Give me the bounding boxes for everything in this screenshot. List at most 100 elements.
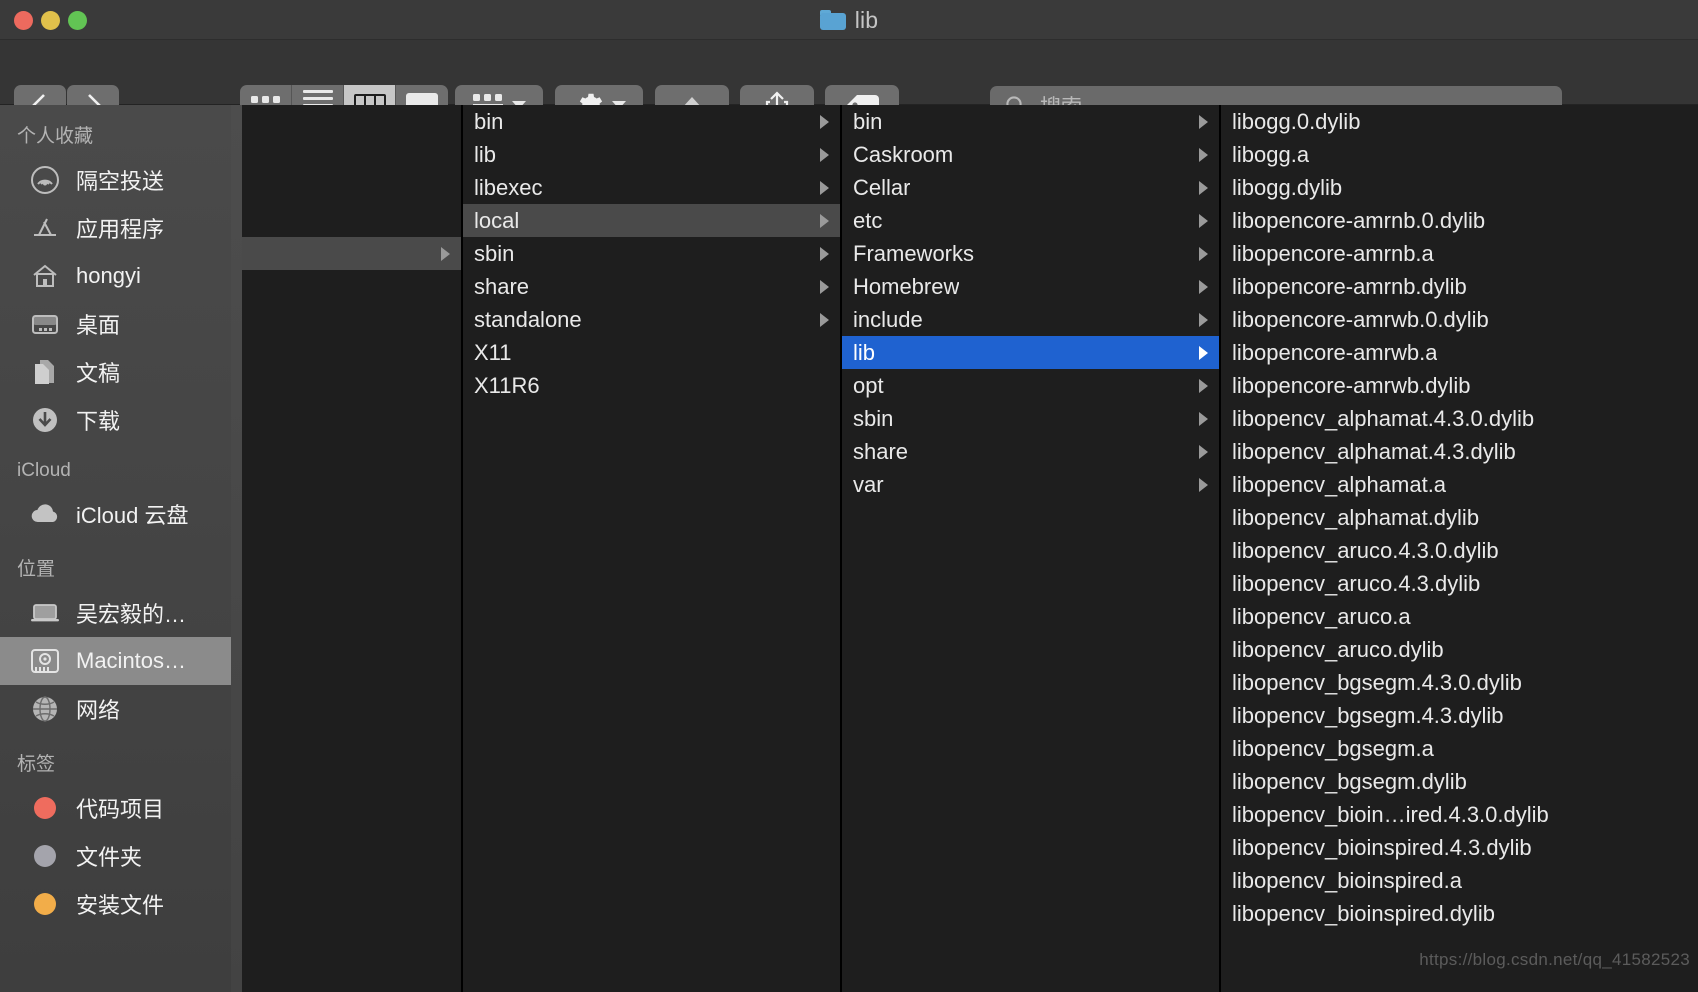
finder-row[interactable]: libopencv_bioin…ired.4.3.0.dylib xyxy=(1221,798,1696,831)
finder-row[interactable]: libopencv_alphamat.a xyxy=(1221,468,1696,501)
sidebar-item-network[interactable]: 网络 xyxy=(0,685,231,733)
finder-row[interactable]: bin xyxy=(842,105,1219,138)
desktop-icon xyxy=(28,307,62,341)
finder-row[interactable]: Cellar xyxy=(842,171,1219,204)
sidebar-item-tag-code-project[interactable]: 代码项目 xyxy=(0,784,231,832)
finder-row-label: libopencv_aruco.a xyxy=(1232,604,1411,630)
finder-row[interactable]: share xyxy=(463,270,840,303)
cloud-icon xyxy=(28,497,62,531)
finder-row[interactable]: sbin xyxy=(842,402,1219,435)
finder-row[interactable] xyxy=(231,237,461,270)
sidebar-item-documents[interactable]: 文稿 xyxy=(0,348,231,396)
finder-row[interactable]: libopencv_bioinspired.a xyxy=(1221,864,1696,897)
downloads-icon xyxy=(28,403,62,437)
finder-column-4[interactable]: libogg.0.dyliblibogg.alibogg.dyliblibope… xyxy=(1221,105,1696,992)
finder-row[interactable]: opt xyxy=(842,369,1219,402)
finder-row[interactable]: libopencv_bgsegm.a xyxy=(1221,732,1696,765)
finder-row-label: bin xyxy=(853,109,882,135)
finder-row[interactable]: etc xyxy=(842,204,1219,237)
disclosure-arrow-icon xyxy=(820,280,829,294)
sidebar-item-home[interactable]: hongyi xyxy=(0,252,231,300)
disclosure-arrow-icon xyxy=(1199,148,1208,162)
finder-row[interactable]: X11 xyxy=(463,336,840,369)
harddisk-icon xyxy=(28,644,62,678)
sidebar-item-applications[interactable]: 应用程序 xyxy=(0,204,231,252)
tag-dot-orange-icon xyxy=(28,887,62,921)
finder-row[interactable]: include xyxy=(842,303,1219,336)
tag-dot-gray-icon xyxy=(28,839,62,873)
finder-row[interactable] xyxy=(231,138,461,171)
sidebar-section-favorites-header: 个人收藏 xyxy=(0,105,231,156)
finder-row[interactable]: lib xyxy=(463,138,840,171)
finder-row[interactable]: libopencv_bgsegm.4.3.dylib xyxy=(1221,699,1696,732)
sidebar-item-tag-folder[interactable]: 文件夹 xyxy=(0,832,231,880)
finder-column-3[interactable]: bin CaskroomCellaretcFrameworks Homebrew in… xyxy=(842,105,1221,992)
finder-row[interactable]: libexec xyxy=(463,171,840,204)
sidebar-item-airdrop[interactable]: 隔空投送 xyxy=(0,156,231,204)
column-1-scrollbar[interactable] xyxy=(231,105,242,992)
sidebar-item-label: 代码项目 xyxy=(76,792,164,824)
finder-row[interactable]: libogg.0.dylib xyxy=(1221,105,1696,138)
finder-row-label: libopencv_bgsegm.a xyxy=(1232,736,1434,762)
finder-row[interactable]: libopencore-amrwb.0.dylib xyxy=(1221,303,1696,336)
finder-row[interactable] xyxy=(231,204,461,237)
finder-row[interactable]: libopencv_bgsegm.dylib xyxy=(1221,765,1696,798)
finder-row-label: libogg.a xyxy=(1232,142,1309,168)
finder-row[interactable]: standalone xyxy=(463,303,840,336)
finder-row-label: Homebrew xyxy=(853,274,959,300)
finder-column-1[interactable] xyxy=(231,105,463,992)
finder-row-label: libopencv_bioinspired.4.3.dylib xyxy=(1232,835,1532,861)
finder-row[interactable]: libopencore-amrnb.dylib xyxy=(1221,270,1696,303)
sidebar[interactable]: 个人收藏 隔空投送 应用程序 xyxy=(0,105,231,992)
finder-row[interactable]: libopencv_alphamat.4.3.dylib xyxy=(1221,435,1696,468)
finder-row[interactable]: libopencv_alphamat.dylib xyxy=(1221,501,1696,534)
finder-row[interactable]: bin xyxy=(463,105,840,138)
finder-row[interactable]: local xyxy=(463,204,840,237)
finder-row[interactable]: libopencv_aruco.dylib xyxy=(1221,633,1696,666)
sidebar-item-tag-installers[interactable]: 安装文件 xyxy=(0,880,231,928)
finder-row[interactable]: libopencore-amrnb.a xyxy=(1221,237,1696,270)
finder-row[interactable]: libopencore-amrnb.0.dylib xyxy=(1221,204,1696,237)
sidebar-item-macintosh-hd[interactable]: Macintos… xyxy=(0,637,231,685)
home-icon xyxy=(28,259,62,293)
finder-row[interactable]: libopencore-amrwb.dylib xyxy=(1221,369,1696,402)
finder-row[interactable] xyxy=(231,105,461,138)
finder-row[interactable]: libopencv_alphamat.4.3.0.dylib xyxy=(1221,402,1696,435)
disclosure-arrow-icon xyxy=(1199,313,1208,327)
finder-row[interactable]: Homebrew xyxy=(842,270,1219,303)
sidebar-item-desktop[interactable]: 桌面 xyxy=(0,300,231,348)
finder-row[interactable]: libopencv_bioinspired.dylib xyxy=(1221,897,1696,930)
finder-row[interactable]: Frameworks xyxy=(842,237,1219,270)
finder-row[interactable]: lib xyxy=(842,336,1219,369)
finder-row-label: standalone xyxy=(474,307,582,333)
finder-row[interactable]: share xyxy=(842,435,1219,468)
sidebar-item-downloads[interactable]: 下载 xyxy=(0,396,231,444)
finder-row-label: sbin xyxy=(853,406,893,432)
finder-row-label: include xyxy=(853,307,923,333)
finder-column-2[interactable]: binliblibexeclocalsbinshare standalone X11… xyxy=(463,105,842,992)
sidebar-item-icloud-drive[interactable]: iCloud 云盘 xyxy=(0,490,231,538)
finder-row[interactable] xyxy=(231,171,461,204)
finder-row[interactable]: libopencv_aruco.4.3.dylib xyxy=(1221,567,1696,600)
finder-row-label: libopencv_bioinspired.a xyxy=(1232,868,1462,894)
finder-row[interactable]: X11R6 xyxy=(463,369,840,402)
finder-row[interactable]: libopencv_bgsegm.4.3.0.dylib xyxy=(1221,666,1696,699)
finder-row[interactable]: libopencv_aruco.4.3.0.dylib xyxy=(1221,534,1696,567)
finder-row-label: libogg.0.dylib xyxy=(1232,109,1360,135)
sidebar-item-macbook[interactable]: 吴宏毅的… xyxy=(0,589,231,637)
finder-row[interactable]: libogg.a xyxy=(1221,138,1696,171)
disclosure-arrow-icon xyxy=(1199,115,1208,129)
finder-row[interactable]: libogg.dylib xyxy=(1221,171,1696,204)
finder-row-label: libopencv_bioinspired.dylib xyxy=(1232,901,1495,927)
disclosure-arrow-icon xyxy=(820,313,829,327)
disclosure-arrow-icon xyxy=(820,115,829,129)
finder-row[interactable]: var xyxy=(842,468,1219,501)
finder-row[interactable]: libopencv_bioinspired.4.3.dylib xyxy=(1221,831,1696,864)
finder-row-label: libopencv_bgsegm.4.3.0.dylib xyxy=(1232,670,1522,696)
finder-row[interactable]: libopencv_aruco.a xyxy=(1221,600,1696,633)
finder-row[interactable]: Caskroom xyxy=(842,138,1219,171)
sidebar-section-tags-header: 标签 xyxy=(0,733,231,784)
finder-row[interactable]: sbin xyxy=(463,237,840,270)
finder-row-label: libopencv_aruco.dylib xyxy=(1232,637,1444,663)
finder-row[interactable]: libopencore-amrwb.a xyxy=(1221,336,1696,369)
